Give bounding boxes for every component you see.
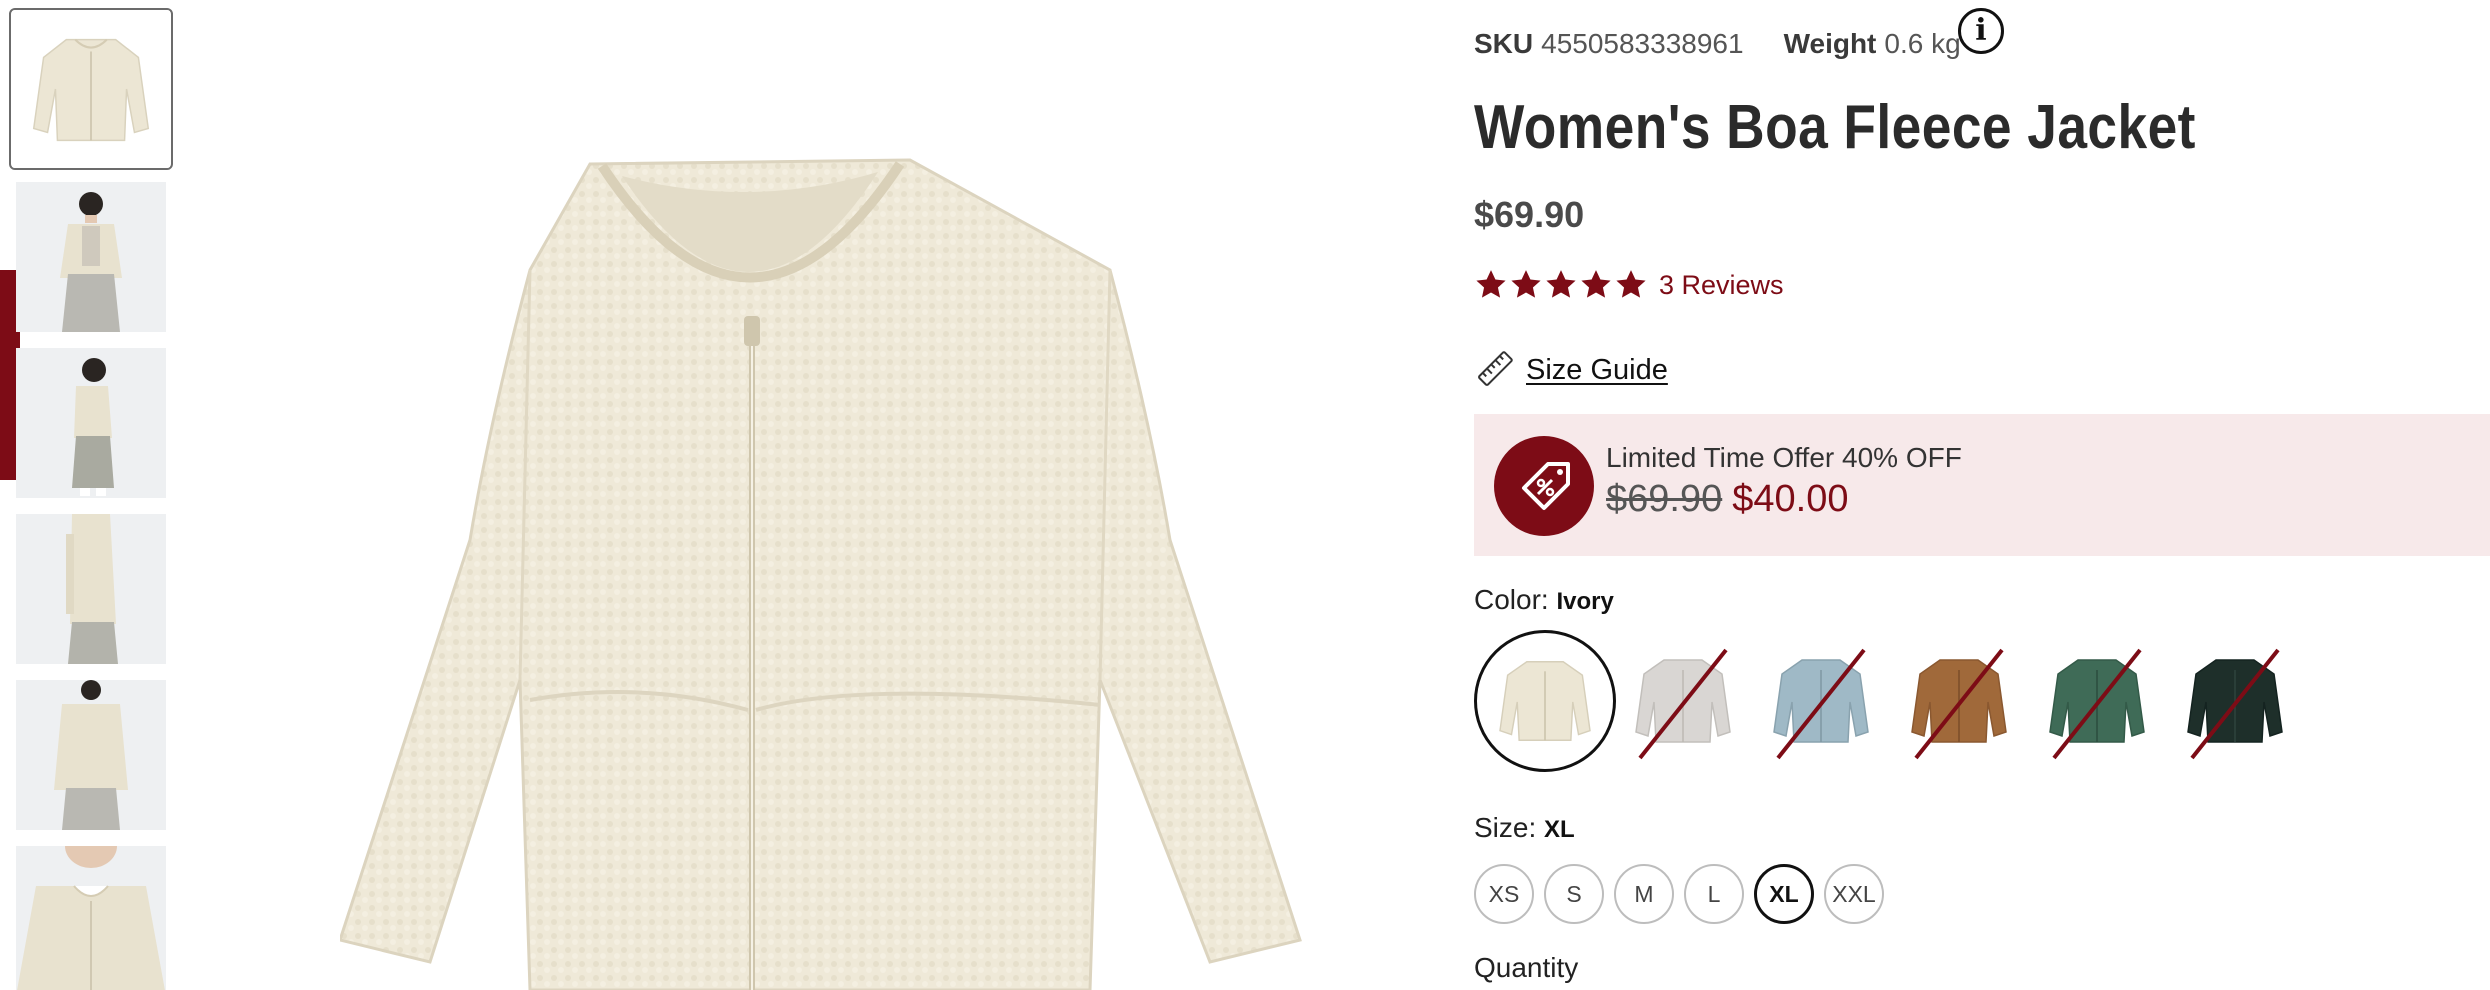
color-label-text: Color:: [1474, 584, 1549, 615]
color-swatch-brown[interactable]: [1888, 630, 2030, 772]
promo-old-price: $69.90: [1606, 478, 1723, 520]
product-price: $69.90: [1474, 194, 1585, 235]
product-title: Women's Boa Fleece Jacket: [1474, 93, 2196, 162]
model-side-detail-thumbnail-image: [16, 514, 166, 664]
size-option-m[interactable]: M: [1614, 864, 1674, 924]
jacket-front-thumbnail-image: [12, 10, 170, 168]
thumbnail-3[interactable]: [16, 348, 166, 498]
star-icon: [1579, 268, 1613, 302]
color-swatch-ivory[interactable]: [1474, 630, 1616, 772]
color-swatch-light-gray[interactable]: [1612, 630, 1754, 772]
color-swatch-green[interactable]: [2026, 630, 2168, 772]
color-swatch-light-blue[interactable]: [1750, 630, 1892, 772]
promo-prices: $69.90 $40.00: [1606, 478, 1848, 521]
size-guide-label[interactable]: Size Guide: [1526, 354, 1668, 387]
size-label: Size: XL: [1474, 812, 1575, 844]
color-label: Color: Ivory: [1474, 584, 1614, 616]
product-rating[interactable]: 3 Reviews: [1474, 268, 1784, 302]
promo-title: Limited Time Offer 40% OFF: [1606, 442, 1962, 473]
weight-value: 0.6 kg: [1884, 28, 1961, 59]
size-option-xs[interactable]: XS: [1474, 864, 1534, 924]
info-icon[interactable]: i: [1958, 8, 2004, 54]
thumbnail-4[interactable]: [16, 514, 166, 664]
model-back-thumbnail-image: [16, 680, 166, 830]
model-front-thumbnail-image: [16, 182, 166, 332]
reviews-link[interactable]: 3 Reviews: [1659, 270, 1784, 301]
selected-size: XL: [1544, 816, 1575, 843]
discount-tag-icon: [1494, 436, 1594, 536]
thumbnail-6[interactable]: [16, 846, 166, 990]
ruler-icon: [1474, 350, 1514, 390]
weight-label: Weight: [1783, 28, 1877, 59]
thumbnail-2[interactable]: [16, 182, 166, 332]
thumbnail-gallery: [0, 0, 180, 990]
star-icon: [1614, 268, 1648, 302]
product-info-panel: SKU 4550583338961 Weight 0.6 kg i Women'…: [1474, 0, 2490, 990]
promo-banner: Limited Time Offer 40% OFF $69.90 $40.00: [1474, 414, 2490, 556]
size-options: XS S M L XL XXL: [1474, 864, 1894, 924]
star-icon: [1544, 268, 1578, 302]
size-option-xxl[interactable]: XXL: [1824, 864, 1884, 924]
size-label-text: Size:: [1474, 812, 1537, 843]
star-icon: [1509, 268, 1543, 302]
product-meta: SKU 4550583338961 Weight 0.6 kg: [1474, 28, 1961, 60]
thumbnail-1[interactable]: [9, 8, 173, 170]
promo-new-price: $40.00: [1732, 478, 1849, 520]
thumbnail-5[interactable]: [16, 680, 166, 830]
color-swatch-dark-green[interactable]: [2164, 630, 2306, 772]
main-product-image[interactable]: [340, 120, 1320, 990]
sku-value: 4550583338961: [1541, 28, 1744, 59]
size-option-l[interactable]: L: [1684, 864, 1744, 924]
size-guide-link[interactable]: Size Guide: [1474, 350, 1668, 390]
size-option-s[interactable]: S: [1544, 864, 1604, 924]
quantity-label: Quantity: [1474, 952, 1579, 983]
sku-label: SKU: [1474, 28, 1534, 59]
selected-color: Ivory: [1556, 588, 1614, 615]
model-side-thumbnail-image: [16, 348, 166, 498]
model-closeup-thumbnail-image: [16, 846, 166, 990]
size-option-xl[interactable]: XL: [1754, 864, 1814, 924]
jacket-main-image: [340, 158, 1302, 990]
star-icon: [1474, 268, 1508, 302]
